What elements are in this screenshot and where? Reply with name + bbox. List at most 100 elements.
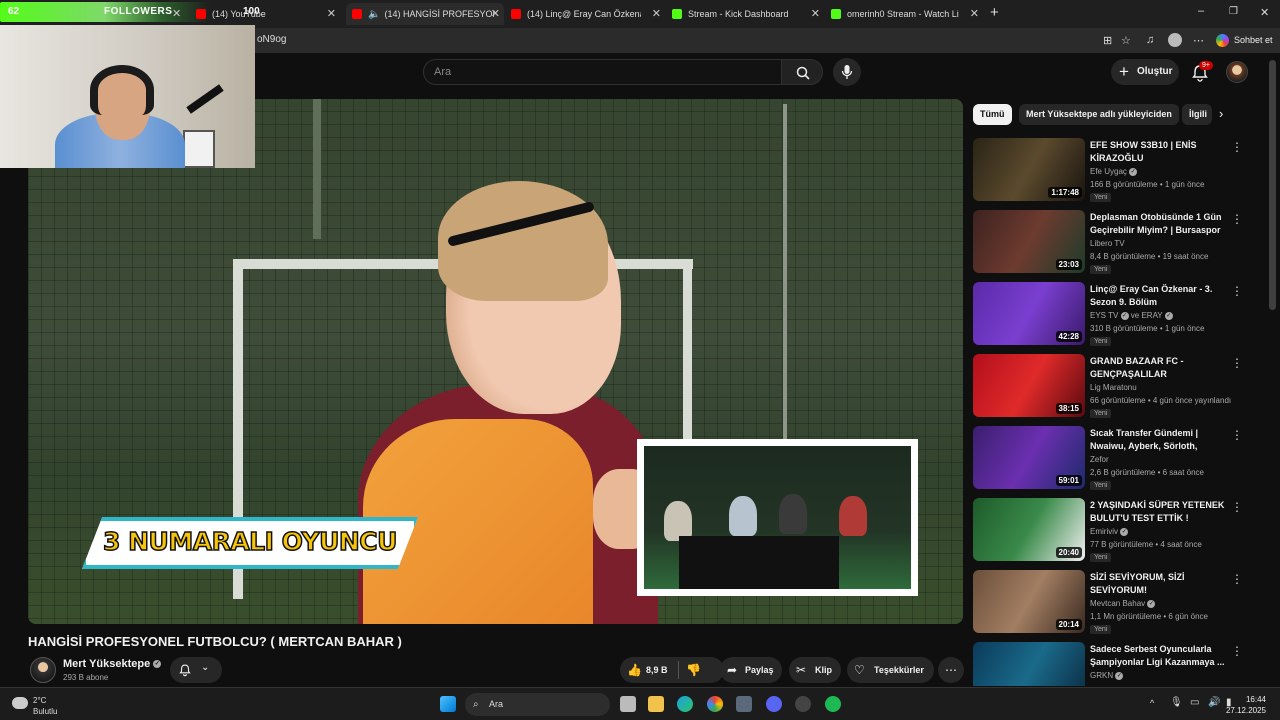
rec-title[interactable]: SİZİ SEVİYORUM, SİZİ SEVİYORUM! (1090, 571, 1228, 597)
more-vert-icon[interactable]: ⋮ (1231, 428, 1243, 442)
app-icon[interactable] (736, 696, 752, 712)
video-thumbnail[interactable]: 20:14 (973, 570, 1085, 633)
chip-uploader[interactable]: Mert Yüksektepe adlı yükleyiciden (1019, 104, 1179, 125)
rec-title[interactable]: Sadece Serbest Oyuncularla Şampiyonlar L… (1090, 643, 1228, 669)
clip-button[interactable]: ✂ Klip (789, 657, 841, 683)
discord-icon[interactable] (766, 696, 782, 712)
rec-age: 19 saat önce (1162, 252, 1209, 261)
chevron-up-icon[interactable]: ^ (1150, 698, 1154, 708)
mic-icon[interactable]: 🎙 (1170, 697, 1183, 708)
channel-name[interactable]: Mert Yüksektepe ✓ (63, 658, 162, 670)
rec-channel[interactable]: GRKN ✓ (1090, 671, 1124, 680)
recommendation-item[interactable]: 59:01 Sıcak Transfer Gündemi | Nwaiwu, A… (973, 426, 1253, 492)
tab-linc[interactable]: (14) Linç@ Eray Can Özkenar - 3. S ✕ (505, 3, 665, 25)
tab-kick-stream[interactable]: omerinh0 Stream - Watch Live on ✕ (825, 3, 983, 25)
recommendation-item[interactable]: 20:14 SİZİ SEVİYORUM, SİZİ SEVİYORUM! Me… (973, 570, 1253, 636)
rec-meta: 8,4 B görüntüleme • 19 saat önce (1090, 252, 1209, 261)
url-text[interactable]: oN9og (257, 34, 286, 45)
tab-youtube[interactable]: (14) YouTube ✕ (190, 3, 340, 25)
rec-channel[interactable]: EYS TV ✓ ve ERAY ✓ (1090, 311, 1173, 320)
rec-title[interactable]: EFE SHOW S3B10 | ENİS KİRAZOĞLU (1090, 139, 1228, 165)
search-button[interactable] (781, 59, 823, 85)
chip-related[interactable]: İlgili (1182, 104, 1212, 125)
rec-title[interactable]: Deplasman Otobüsünde 1 Gün Geçirebilir M… (1090, 211, 1228, 238)
rec-channel[interactable]: Mevtcan Bahav ✓ (1090, 599, 1156, 608)
taskbar-search[interactable]: ⌕ Ara (465, 693, 610, 716)
rec-title[interactable]: Sıcak Transfer Gündemi | Nwaiwu, Ayberk,… (1090, 427, 1228, 454)
more-vert-icon[interactable]: ⋮ (1231, 356, 1243, 370)
recommendation-item[interactable]: 38:15 GRAND BAZAAR FC - GENÇPAŞALILAR Li… (973, 354, 1253, 420)
restore-icon[interactable]: ❐ (1229, 6, 1238, 17)
rec-channel[interactable]: Lig Maratonu (1090, 383, 1137, 392)
more-vert-icon[interactable]: ⋮ (1231, 572, 1243, 586)
speaker-icon[interactable]: 🔈 (368, 9, 380, 20)
video-thumbnail[interactable]: 59:01 (973, 426, 1085, 489)
close-icon[interactable]: ✕ (327, 7, 336, 20)
dislike-icon[interactable]: 👎 (686, 657, 701, 683)
video-player[interactable]: 3 NUMARALI OYUNCU (28, 99, 963, 624)
close-icon[interactable]: ✕ (652, 7, 661, 20)
thanks-icon: ♡ (854, 663, 865, 677)
rec-channel[interactable]: Emiriviv ✓ (1090, 527, 1129, 536)
recommendation-item[interactable]: 42:28 Linç@ Eray Can Özkenar - 3. Sezon … (973, 282, 1253, 348)
rec-title[interactable]: 2 YAŞINDAKİ SÜPER YETENEK BULUT'U TEST E… (1090, 499, 1228, 525)
task-view-icon[interactable] (620, 696, 636, 712)
video-thumbnail[interactable]: 20:40 (973, 498, 1085, 561)
edge-icon[interactable] (677, 696, 693, 712)
channel-avatar[interactable] (30, 657, 56, 683)
recommendation-item[interactable]: 23:03 Deplasman Otobüsünde 1 Gün Geçireb… (973, 210, 1253, 276)
obs-icon[interactable] (795, 696, 811, 712)
video-thumbnail[interactable]: 42:28 (973, 282, 1085, 345)
new-tab-icon[interactable]: + (990, 4, 999, 21)
rec-channel[interactable]: Zefor (1090, 455, 1109, 464)
search-input[interactable]: Ara (423, 59, 782, 85)
page-scrollbar[interactable] (1269, 60, 1276, 310)
recommendation-item[interactable]: Sadece Serbest Oyuncularla Şampiyonlar L… (973, 642, 1253, 686)
close-icon[interactable]: ✕ (491, 7, 500, 20)
chevron-right-icon[interactable]: › (1219, 106, 1223, 121)
tab-hangisi[interactable]: 🔈 (14) HANGİSİ PROFESYONEL F ✕ (346, 3, 504, 25)
more-vert-icon[interactable]: ⋮ (1231, 284, 1243, 298)
chip-all[interactable]: Tümü (973, 104, 1012, 125)
video-thumbnail[interactable]: 23:03 (973, 210, 1085, 273)
more-vert-icon[interactable]: ⋮ (1231, 500, 1243, 514)
rec-title[interactable]: GRAND BAZAAR FC - GENÇPAŞALILAR (1090, 355, 1228, 381)
thanks-button[interactable]: ♡ Teşekkürler (847, 657, 934, 683)
like-count[interactable]: 8,9 B (646, 657, 668, 683)
subscribed-notify-button[interactable]: ⌄ (170, 657, 222, 683)
window-close-icon[interactable]: ✕ (1260, 6, 1269, 19)
close-icon[interactable]: ✕ (172, 7, 181, 20)
more-vert-icon[interactable]: ⋮ (1231, 644, 1243, 658)
more-actions-button[interactable]: ⋯ (938, 657, 964, 683)
rec-channel[interactable]: Efe Uygaç ✓ (1090, 167, 1138, 176)
video-thumbnail[interactable] (973, 642, 1085, 686)
profile-icon[interactable] (1168, 33, 1182, 47)
account-avatar[interactable] (1226, 61, 1248, 83)
like-icon[interactable]: 👍 (627, 657, 642, 683)
windows-start-icon[interactable] (440, 696, 456, 712)
recommendation-item[interactable]: 20:40 2 YAŞINDAKİ SÜPER YETENEK BULUT'U … (973, 498, 1253, 564)
voice-search-button[interactable] (833, 58, 861, 86)
close-icon[interactable]: ✕ (811, 7, 820, 20)
minimize-icon[interactable]: – (1198, 5, 1204, 17)
menu-dots-icon[interactable]: ⋯ (1193, 34, 1204, 47)
file-explorer-icon[interactable] (648, 696, 664, 712)
rec-title[interactable]: Linç@ Eray Can Özkenar - 3. Sezon 9. Böl… (1090, 283, 1228, 309)
more-vert-icon[interactable]: ⋮ (1231, 140, 1243, 154)
tab-kick-dashboard[interactable]: Stream - Kick Dashboard ✕ (666, 3, 824, 25)
close-icon[interactable]: ✕ (970, 7, 979, 20)
more-vert-icon[interactable]: ⋮ (1231, 212, 1243, 226)
video-thumbnail[interactable]: 1:17:48 (973, 138, 1085, 201)
spotify-icon[interactable] (825, 696, 841, 712)
rec-channel[interactable]: Libero TV (1090, 239, 1125, 248)
system-clock[interactable]: 16:44 27.12.2025 (1196, 694, 1266, 716)
bookmark-star-icon[interactable]: ☆ (1121, 34, 1131, 47)
video-thumbnail[interactable]: 38:15 (973, 354, 1085, 417)
recommendation-item[interactable]: 1:17:48 EFE SHOW S3B10 | ENİS KİRAZOĞLU … (973, 138, 1253, 204)
share-button[interactable]: ➦ Paylaş (720, 657, 782, 683)
tab-search-icon[interactable]: ⊞ (1103, 34, 1112, 47)
extensions-icon[interactable]: ♫ (1146, 34, 1154, 46)
chat-button[interactable]: Sohbet et (1212, 31, 1279, 50)
create-button[interactable]: + Oluştur (1111, 59, 1179, 85)
chrome-icon[interactable] (707, 696, 723, 712)
